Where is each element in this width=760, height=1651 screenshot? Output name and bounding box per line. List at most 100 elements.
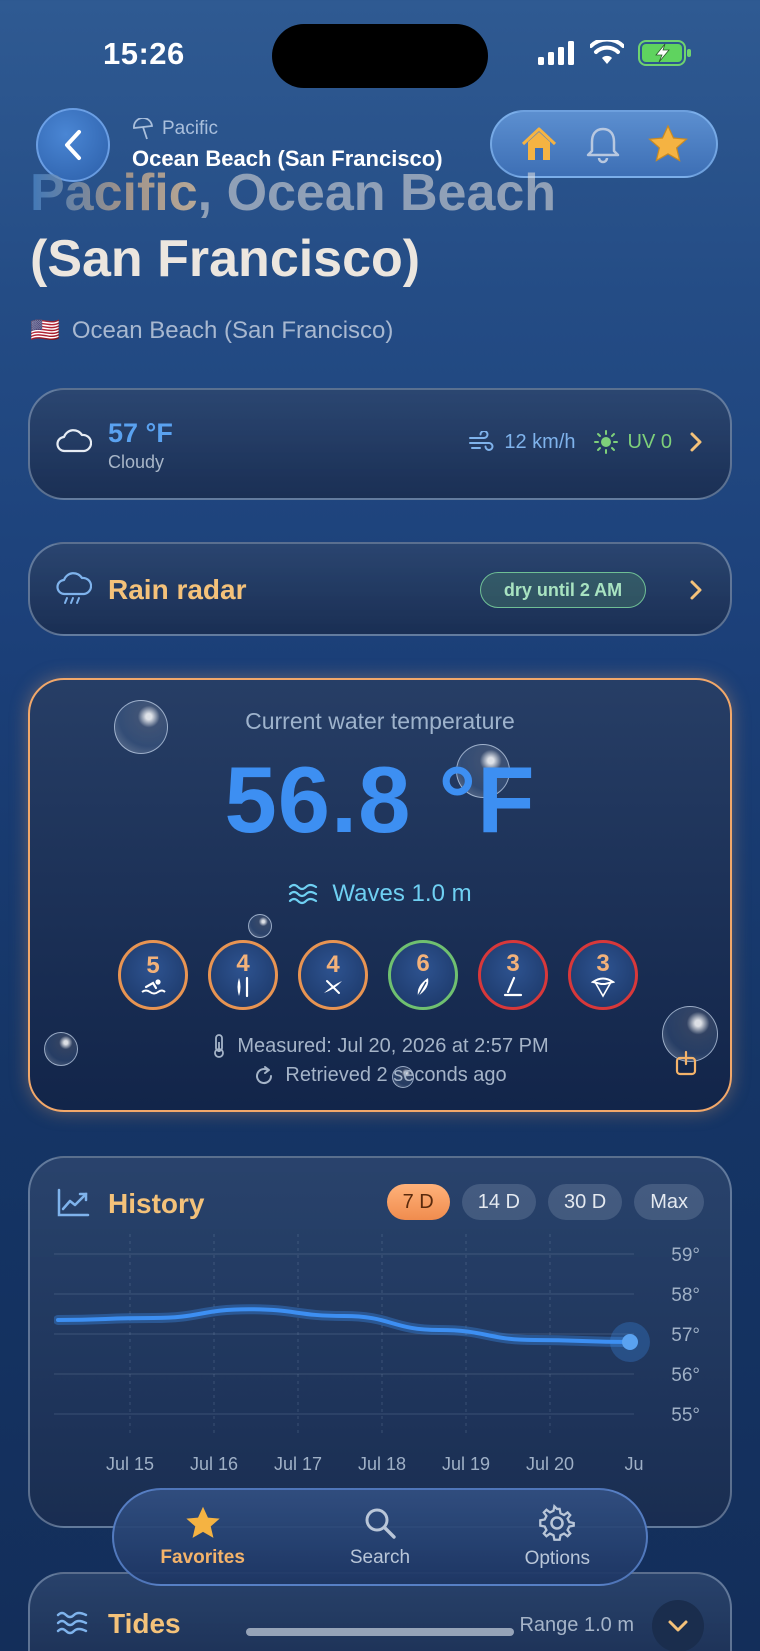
status-icons: [538, 40, 692, 66]
range-tab-max[interactable]: Max: [634, 1184, 704, 1220]
tab-bar: Favorites Search Options: [112, 1488, 648, 1586]
y-tick-label: 55°: [671, 1405, 700, 1426]
x-tick-label: Jul 16: [190, 1454, 238, 1474]
windsurf-icon: [503, 976, 523, 997]
star-icon: [186, 1506, 220, 1538]
surfboard-icon: [237, 976, 249, 998]
tides-range: Range 1.0 m: [519, 1614, 634, 1636]
dynamic-island: [272, 24, 488, 88]
y-tick-label: 59°: [671, 1245, 700, 1266]
waves-icon: [289, 883, 318, 905]
title-region: Pacific: [30, 164, 198, 222]
nav-region: Pacific: [132, 118, 443, 140]
tab-label: Search: [349, 1547, 411, 1568]
chevron-right-icon: [690, 432, 702, 452]
rating-value: 3: [506, 950, 520, 977]
y-tick-label: 58°: [671, 1285, 700, 1306]
tab-label: Options: [524, 1548, 591, 1569]
waves-height: Waves 1.0 m: [332, 880, 472, 907]
nav-region-label: Pacific: [162, 118, 218, 139]
wind-icon: [469, 431, 494, 451]
chart-line-icon: [57, 1188, 90, 1217]
y-tick-label: 57°: [671, 1325, 700, 1346]
waves-info: Waves 1.0 m: [30, 880, 730, 908]
uv-index: UV 0: [627, 430, 672, 453]
x-tick-label: Jul 20: [526, 1454, 574, 1474]
rating-value: 4: [326, 951, 340, 978]
tab-search[interactable]: Search: [305, 1505, 455, 1569]
surfboard-leaf-icon: [417, 978, 429, 997]
history-card: History 7 D 14 D 30 D Max 59° 58° 57° 56° 55…: [28, 1156, 732, 1528]
chevron-left-icon: [65, 130, 81, 160]
measured-time: Measured: Jul 20, 2026 at 2:57 PM: [30, 1034, 730, 1058]
page-title: Pacific, Ocean Beach (San Francisco): [30, 160, 556, 292]
rain-radar-title: Rain radar: [108, 574, 247, 605]
bubble-decoration: [248, 914, 272, 938]
tides-expand-button[interactable]: [652, 1600, 704, 1651]
location-subline: 🇺🇸 Ocean Beach (San Francisco): [30, 316, 393, 345]
gear-icon: [539, 1504, 576, 1541]
rating-windsurf[interactable]: 3: [478, 940, 548, 1010]
rating-value: 3: [596, 950, 610, 977]
title-name-part2: (San Francisco): [30, 230, 421, 288]
rain-status-badge: dry until 2 AM: [480, 572, 646, 608]
water-temp-value: 56.8 °F: [224, 747, 536, 852]
thermometer-icon: [214, 1034, 225, 1058]
weather-card[interactable]: 57 °F Cloudy 12 km/h UV 0: [28, 388, 732, 500]
rating-paddle[interactable]: 6: [388, 940, 458, 1010]
wifi-icon: [590, 40, 624, 64]
tab-options[interactable]: Options: [482, 1504, 632, 1570]
waves-icon: [56, 1611, 88, 1635]
chevron-down-icon: [668, 1620, 688, 1632]
home-indicator: [246, 1628, 514, 1636]
rating-value: 6: [416, 950, 430, 977]
flag-icon: 🇺🇸: [30, 317, 60, 344]
bell-icon[interactable]: [584, 124, 622, 164]
x-tick-label: Jul 18: [358, 1454, 406, 1474]
range-tab-30d[interactable]: 30 D: [547, 1184, 623, 1220]
title-name-part1: Ocean Beach: [226, 164, 557, 222]
status-bar: 15:26: [0, 0, 760, 110]
tab-favorites[interactable]: Favorites: [128, 1505, 278, 1569]
retrieved-text: Retrieved 2 seconds ago: [285, 1064, 507, 1086]
x-tick-label: Jul 19: [442, 1454, 490, 1474]
rating-kayaking[interactable]: 4: [298, 940, 368, 1010]
refresh-icon: [256, 1065, 273, 1084]
weather-details: 12 km/h UV 0: [468, 430, 704, 454]
status-time: 15:26: [103, 36, 185, 71]
y-tick-label: 56°: [671, 1365, 700, 1386]
range-tab-7d[interactable]: 7 D: [386, 1184, 450, 1220]
kitesurf-icon: [591, 977, 615, 998]
tides-title: Tides: [108, 1608, 181, 1639]
swimming-icon: [141, 979, 166, 995]
water-temperature-card[interactable]: Current water temperature 56.8 °F Waves …: [28, 678, 732, 1112]
title-separator: ,: [197, 164, 227, 222]
rating-swimming[interactable]: 5: [118, 940, 188, 1010]
range-tab-14d[interactable]: 14 D: [461, 1184, 536, 1220]
rain-radar-card[interactable]: Rain radar dry until 2 AM: [28, 542, 732, 636]
range-tabs: 7 D 14 D 30 D Max: [386, 1184, 704, 1220]
weather-temp: 57 °F: [108, 418, 173, 448]
measured-text: Measured: Jul 20, 2026 at 2:57 PM: [237, 1034, 549, 1057]
rating-surfing[interactable]: 4: [208, 940, 278, 1010]
share-icon[interactable]: [674, 1050, 698, 1076]
chevron-right-icon: [690, 580, 702, 600]
battery-charging-icon: [638, 40, 691, 66]
x-tick-label: Jul 15: [106, 1454, 154, 1474]
star-favorite-icon[interactable]: [647, 124, 689, 164]
kayak-icon: [324, 980, 342, 994]
x-tick-label: Jul 17: [274, 1454, 322, 1474]
tab-label: Favorites: [160, 1547, 245, 1568]
cloud-icon: [56, 429, 92, 453]
rating-value: 4: [236, 950, 250, 977]
x-tick-label: Ju: [624, 1454, 643, 1474]
cellular-signal-icon: [538, 41, 574, 65]
history-chart: 59° 58° 57° 56° 55° Jul 15 Jul 16 Jul 17 Jul 18 J…: [54, 1234, 700, 1474]
search-icon: [365, 1508, 396, 1539]
retrieved-time: Retrieved 2 seconds ago: [30, 1064, 730, 1087]
home-icon[interactable]: [519, 124, 559, 164]
rating-kitesurf[interactable]: 3: [568, 940, 638, 1010]
data-point[interactable]: [622, 1334, 638, 1350]
history-title: History: [108, 1188, 205, 1219]
location-name: Ocean Beach (San Francisco): [71, 316, 394, 344]
